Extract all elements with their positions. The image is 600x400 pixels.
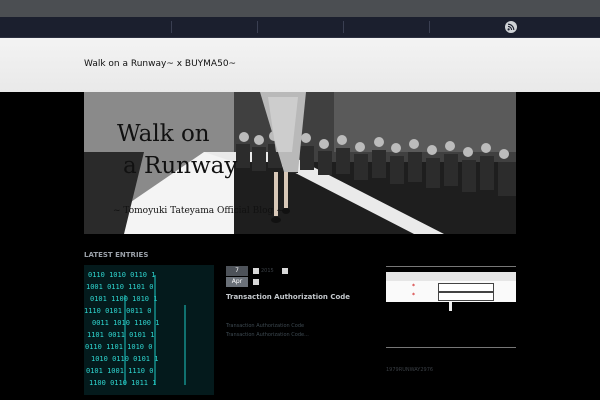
entry-date: 7 Apr [226,266,248,287]
date-month: Apr [226,277,248,287]
svg-text:0110 1010 0110 1: 0110 1010 0110 1 [88,271,155,279]
required-mark: * [412,292,415,299]
nav-separator [257,21,258,33]
banner-title: Walk on a Runway [117,118,237,182]
rss-icon[interactable] [505,21,517,33]
widget-divider [386,347,516,348]
category-icon [253,279,259,285]
widget-divider [386,266,516,267]
banner-subtitle: ~ Tomoyuki Tateyama Official Blog ~ [113,206,284,216]
site-title[interactable]: Walk on a Runway~ x BUYMA50~ [84,59,236,69]
password-field[interactable] [438,292,494,301]
widget-header [386,272,516,281]
top-bar [0,0,600,17]
banner-title-line: a Runway [123,153,238,179]
comment-icon [282,268,288,274]
svg-text:1101 0011 0101 1: 1101 0011 0101 1 [87,331,154,339]
username-field[interactable] [438,283,494,292]
nav-separator [429,21,430,33]
svg-text:0101 1100 1010 1: 0101 1100 1010 1 [90,295,157,303]
banner-title-line: Walk on [117,121,210,147]
entry-title[interactable]: Transaction Authorization Code [226,293,350,301]
svg-text:0110 1101 1010 0: 0110 1101 1010 0 [85,343,152,351]
required-mark: * [412,283,415,290]
svg-text:1110 0101 0011 0: 1110 0101 0011 0 [84,307,151,315]
widget-footer-text: 1979RUNWAY2976 [386,367,434,373]
calendar-icon [253,268,259,274]
entry-thumbnail[interactable]: 0110 1010 0110 1 1001 0110 1101 0 0101 1… [84,265,214,395]
login-widget: * * [386,272,516,302]
svg-text:1001 0110 1101 0: 1001 0110 1101 0 [86,283,153,291]
latest-entries-heading: LATEST ENTRIES [84,251,149,259]
svg-text:1100 0110 1011 1: 1100 0110 1011 1 [89,379,156,387]
entry-excerpt-line[interactable]: Transaction Authorization Code... [226,332,309,338]
entry-year: 2015 [261,268,274,274]
submit-button[interactable] [449,302,452,311]
entry-excerpt-line[interactable]: Transaction Authorization Code [226,323,304,329]
nav-separator [343,21,344,33]
date-day: 7 [226,266,248,276]
nav-separator [171,21,172,33]
binary-code-image: 0110 1010 0110 1 1001 0110 1101 0 0101 1… [84,265,214,395]
svg-text:0101 1001 1110 0: 0101 1001 1110 0 [86,367,153,375]
